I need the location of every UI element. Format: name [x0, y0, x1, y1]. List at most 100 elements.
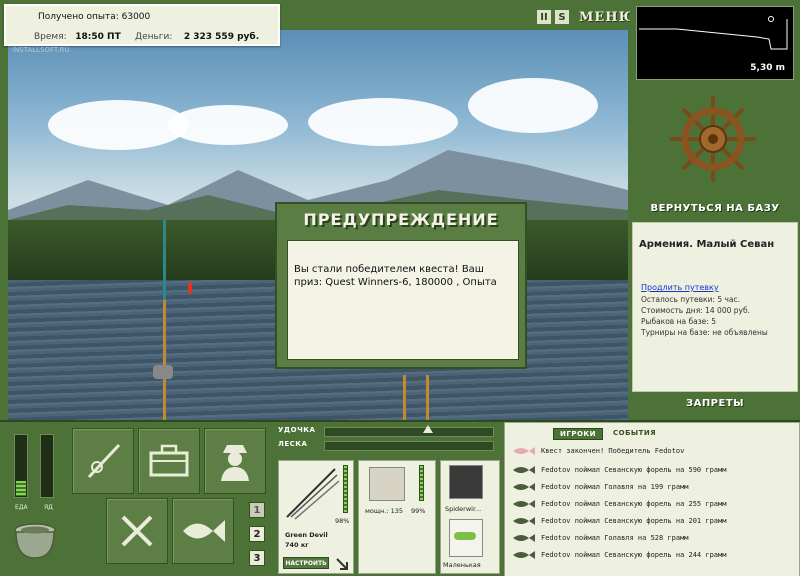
bottom-panel: ЕДА ЯД 1 2 3 УДОЧКА ЛЕСКА 98% Green Devi… — [0, 420, 800, 576]
depth-value: 5,30 m — [750, 63, 785, 73]
setup-button[interactable]: НАСТРОИТЬ — [283, 557, 329, 569]
log-entry: Fedotov поймал Севанскую форель на 590 г… — [511, 462, 797, 478]
poison-gauge — [40, 434, 54, 498]
log-entry: Fedotov поймал Голавля на 528 грамм — [511, 530, 797, 546]
day-cost: Стоимость дня: 14 000 руб. — [641, 306, 750, 315]
fisherman-button[interactable] — [204, 428, 266, 494]
warning-dialog: ПРЕДУПРЕЖДЕНИЕ Вы стали победителем квес… — [275, 202, 527, 369]
game-screen: Получено опыта: 63000 Время: 18:50 ПТ Де… — [0, 0, 800, 576]
line-card[interactable]: Spiderwir... Маленькая — [440, 460, 500, 574]
log-entry-text: Fedotov поймал Голавля на 199 грамм — [541, 483, 689, 491]
rod-card[interactable]: 98% Green Devil 740 кг НАСТРОИТЬ — [278, 460, 354, 574]
knife-fork-icon — [121, 515, 153, 547]
rod-tension-label: УДОЧКА — [278, 426, 316, 434]
depth-map: 5,30 m — [636, 6, 794, 80]
return-to-base-button[interactable]: ВЕРНУТЬСЯ НА БАЗУ — [630, 203, 800, 214]
food-label: ЕДА — [15, 504, 28, 511]
experience-value: 63000 — [121, 12, 151, 22]
line-tension-bar — [324, 441, 494, 451]
base-location: Армения. Малый Севан — [639, 239, 775, 250]
player-info: Получено опыта: 63000 Время: 18:50 ПТ Де… — [4, 4, 280, 46]
bans-button[interactable]: ЗАПРЕТЫ — [630, 398, 800, 409]
event-log-panel: ИГРОКИ СОБЫТИЯ Квест закончен! Победител… — [504, 422, 800, 576]
rods-button[interactable] — [72, 428, 134, 494]
log-entry: Fedotov поймал Севанскую форель на 244 г… — [511, 547, 797, 563]
log-entry: Fedotov поймал Севанскую форель на 255 г… — [511, 496, 797, 512]
log-tabs: ИГРОКИ СОБЫТИЯ — [553, 428, 662, 440]
fish-icon — [513, 483, 535, 491]
permit-remaining: Осталось путевки: 5 час. — [641, 295, 741, 304]
rod-icon — [286, 468, 339, 520]
money-label: Деньги: — [135, 32, 173, 42]
line-name: Spiderwir... — [445, 505, 482, 513]
reel-card[interactable]: мощн.: 135 99% — [358, 460, 436, 574]
ship-wheel-icon[interactable] — [670, 96, 756, 182]
rod-condition-value: 98% — [335, 517, 350, 525]
rod-name: Green Devil — [285, 531, 328, 539]
base-info-card: Армения. Малый Севан Продлить путевку Ос… — [632, 222, 798, 392]
reel-icon — [369, 467, 405, 501]
right-panel: 5,30 m ВЕРНУТЬСЯ НА БАЗУ Армения. Малый … — [630, 0, 800, 420]
time-value: 18:50 ПТ — [75, 32, 121, 42]
fishers-count: Рыбаков на базе: 5 — [641, 317, 716, 326]
rod-reel-icon — [87, 443, 121, 479]
trophy-fish-icon — [513, 447, 535, 455]
log-entry-text: Fedotov поймал Севанскую форель на 201 г… — [541, 517, 727, 525]
cauldron-icon[interactable] — [10, 518, 60, 562]
menu-button[interactable]: МЕНЮ — [579, 10, 636, 25]
reel-condition-value: 99% — [411, 507, 426, 515]
watermark: INSTALLSOFT.RU — [12, 46, 70, 54]
fishing-rod[interactable] — [403, 375, 406, 420]
reel-power: мощн.: 135 — [365, 507, 403, 515]
tackle-box-button[interactable] — [138, 428, 200, 494]
fish-icon — [513, 517, 535, 525]
tension-marker-icon — [423, 425, 433, 433]
catch-button[interactable] — [172, 498, 234, 564]
extend-permit-link[interactable]: Продлить путевку — [641, 283, 719, 292]
bait-name: Маленькая — [443, 561, 481, 569]
fishing-rod[interactable] — [163, 220, 166, 420]
fish-icon — [183, 520, 225, 542]
eat-button[interactable] — [106, 498, 168, 564]
page-button-1[interactable]: 1 — [249, 502, 265, 518]
fisherman-icon — [221, 445, 249, 481]
tackle-panel: УДОЧКА ЛЕСКА 98% Green Devil 740 кг НАСТ… — [278, 422, 500, 576]
rod-weight: 740 кг — [285, 541, 309, 549]
dialog-title: ПРЕДУПРЕЖДЕНИЕ — [303, 210, 499, 229]
log-entry: Fedotov поймал Голавля на 199 грамм — [511, 479, 797, 495]
reel-icon — [153, 365, 173, 379]
page-button-2[interactable]: 2 — [249, 526, 265, 542]
arrow-icon — [336, 558, 348, 570]
log-entry-text: Fedotov поймал Севанскую форель на 244 г… — [541, 551, 727, 559]
tab-players[interactable]: ИГРОКИ — [553, 428, 603, 440]
time-label: Время: — [34, 32, 67, 42]
experience-label: Получено опыта: — [38, 12, 119, 22]
float-icon[interactable] — [188, 282, 192, 294]
log-entry-text: Fedotov поймал Севанскую форель на 590 г… — [541, 466, 727, 474]
tournaments-status: Турниры на базе: не объявлены — [641, 328, 768, 337]
log-entry-text: Fedotov поймал Севанскую форель на 255 г… — [541, 500, 727, 508]
log-entry: Fedotov поймал Севанскую форель на 201 г… — [511, 513, 797, 529]
fish-icon — [513, 551, 535, 559]
tab-events[interactable]: СОБЫТИЯ — [607, 428, 662, 440]
line-tension-label: ЛЕСКА — [278, 440, 308, 448]
reel-condition-bar — [419, 465, 424, 501]
poison-label: ЯД — [44, 504, 53, 511]
rod-tension-bar — [324, 425, 494, 437]
line-spool-icon — [449, 465, 483, 499]
tackle-box-icon — [149, 444, 189, 477]
log-entry-text: Квест закончен! Победитель Fedotov — [541, 447, 685, 455]
time-money-row: Время: 18:50 ПТ Деньги: 2 323 559 руб. — [34, 32, 259, 42]
fish-icon — [513, 466, 535, 474]
sound-button[interactable]: S — [555, 10, 569, 24]
pause-button[interactable]: II — [537, 10, 551, 24]
page-button-3[interactable]: 3 — [249, 550, 265, 566]
food-gauge-fill — [16, 480, 26, 496]
fish-icon — [513, 534, 535, 542]
food-gauge — [14, 434, 28, 498]
fishing-rod[interactable] — [426, 375, 429, 420]
dialog-message: Вы стали победителем квеста! Ваш приз: Q… — [287, 240, 519, 360]
top-controls: II S МЕНЮ — [537, 8, 636, 26]
fish-icon — [513, 500, 535, 508]
money-value: 2 323 559 руб. — [183, 32, 260, 42]
